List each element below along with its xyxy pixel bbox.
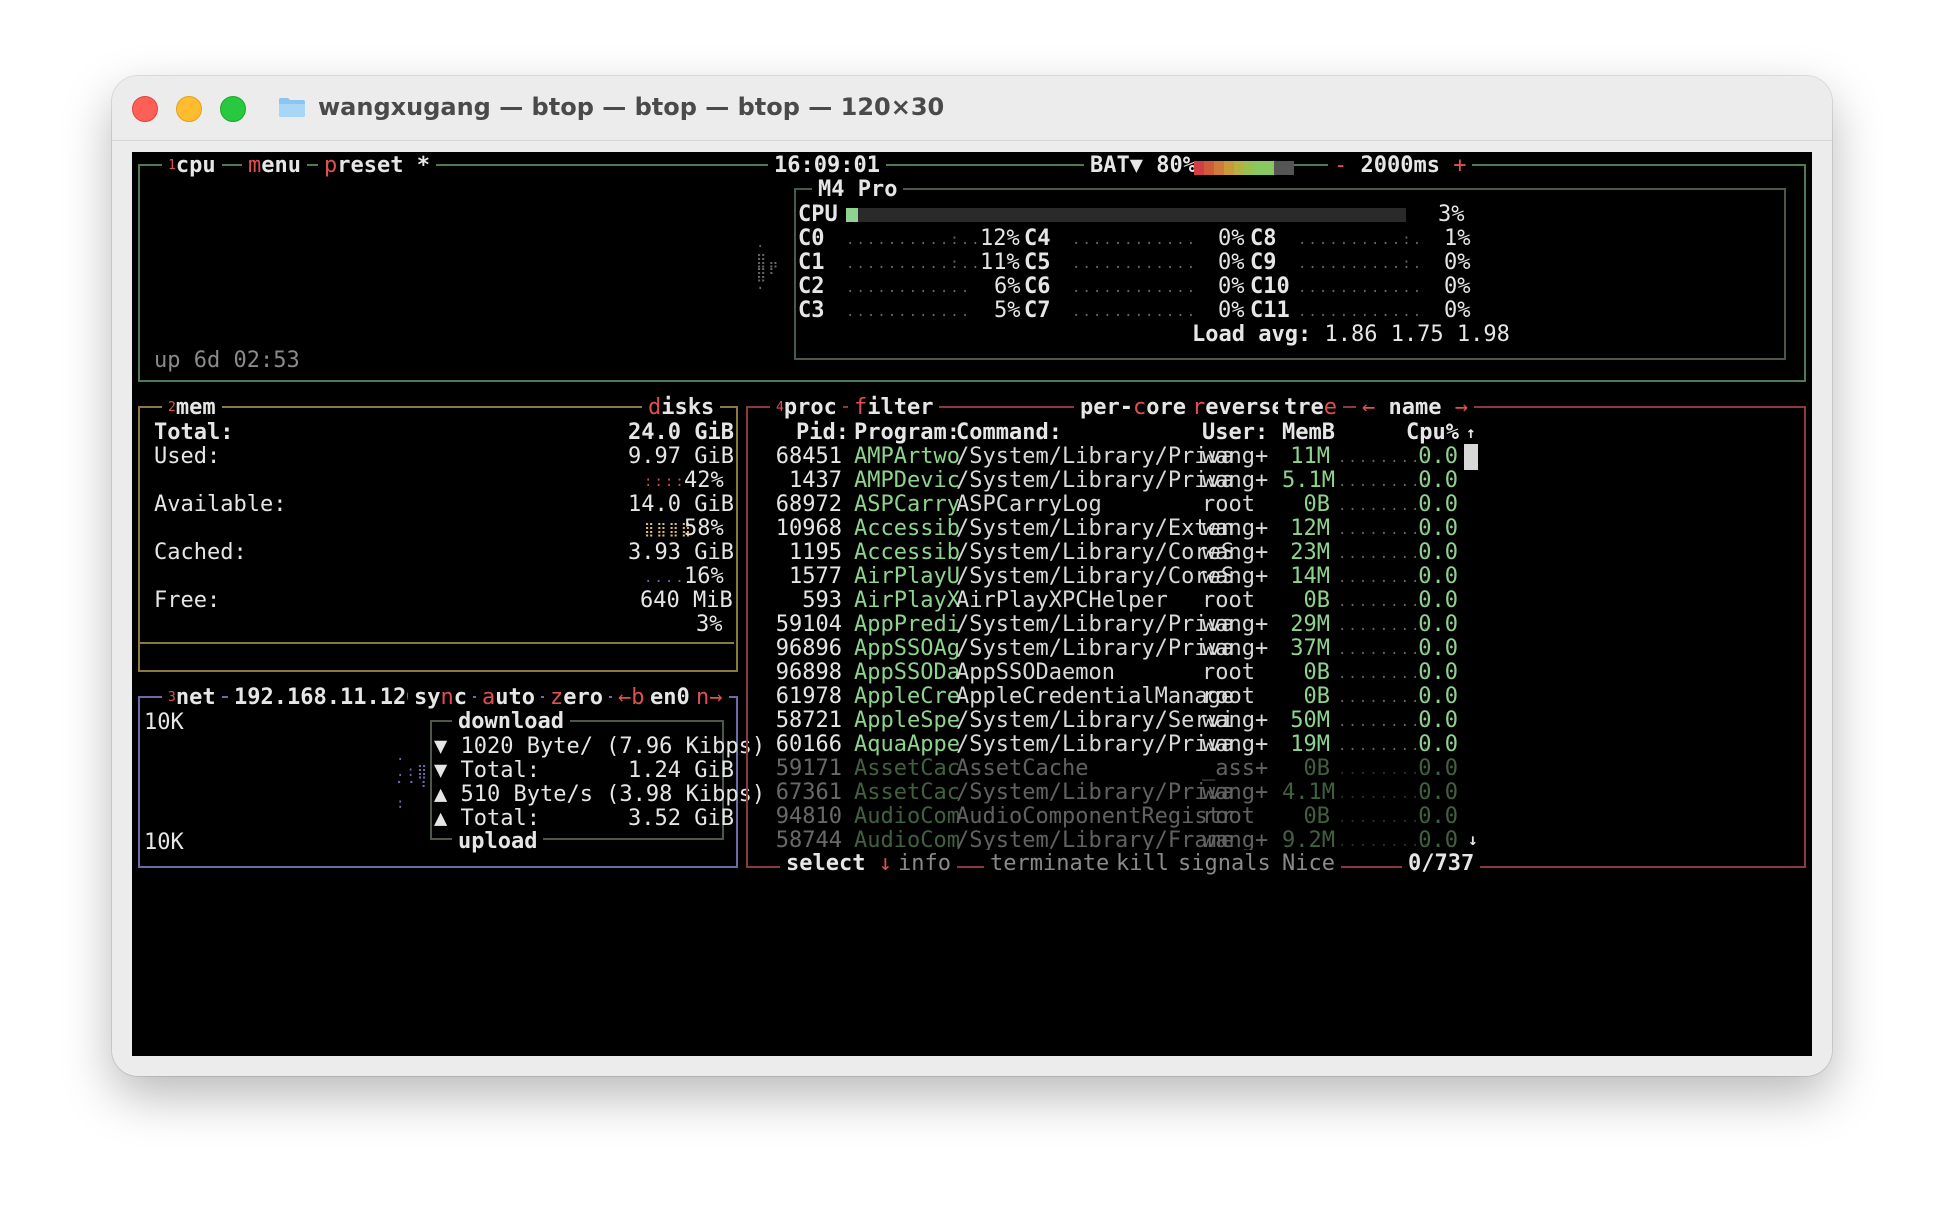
cpu-tab[interactable]: 1cpu <box>162 152 222 180</box>
interval-control[interactable]: - 2000ms + <box>1328 152 1473 180</box>
minimize-icon[interactable] <box>176 96 202 122</box>
folder-icon <box>279 98 305 117</box>
core-name: C7 <box>1024 298 1051 323</box>
title-bar[interactable]: wangxugang — btop — btop — btop — 120×30 <box>112 76 1832 141</box>
load-average: Load avg: 1.86 1.75 1.98 <box>1192 322 1510 347</box>
terminal-window: wangxugang — btop — btop — btop — 120×30… <box>112 76 1832 1076</box>
preset-button[interactable]: preset * <box>318 152 436 180</box>
zoom-icon[interactable] <box>220 96 246 122</box>
proc-footer: select ↓ info terminate kill signals Nic… <box>132 826 1812 880</box>
cpu-total-bar <box>846 208 1406 222</box>
uptime: up 6d 02:53 <box>154 348 300 373</box>
terminal-screen[interactable]: 1cpu menu preset * 16:09:01 BAT▼ 80% - 2… <box>132 152 1812 1056</box>
kill-button[interactable]: kill <box>1110 850 1175 878</box>
process-scrollbar[interactable] <box>1464 444 1478 470</box>
scroll-down-icon: ↓ <box>1462 826 1484 854</box>
close-icon[interactable] <box>132 96 158 122</box>
process-count: 0/737 <box>1402 850 1481 878</box>
select-button[interactable]: select ↓ <box>780 850 898 878</box>
cpu-graph: · ⣿⣤ ⣿⠃ · <box>756 239 781 297</box>
terminate-button[interactable]: terminate <box>984 850 1116 878</box>
signals-button[interactable]: signals <box>1172 850 1277 878</box>
core-pct: 5% <box>994 298 1021 323</box>
battery-meter <box>1194 160 1306 175</box>
window-title: wangxugang — btop — btop — btop — 120×30 <box>318 93 945 121</box>
battery-status: BAT▼ 80% <box>1084 152 1202 180</box>
nice-button[interactable]: Nice <box>1276 850 1341 878</box>
core-name: C3 <box>798 298 825 323</box>
info-button[interactable]: info <box>892 850 957 878</box>
menu-button[interactable]: menu <box>242 152 307 180</box>
